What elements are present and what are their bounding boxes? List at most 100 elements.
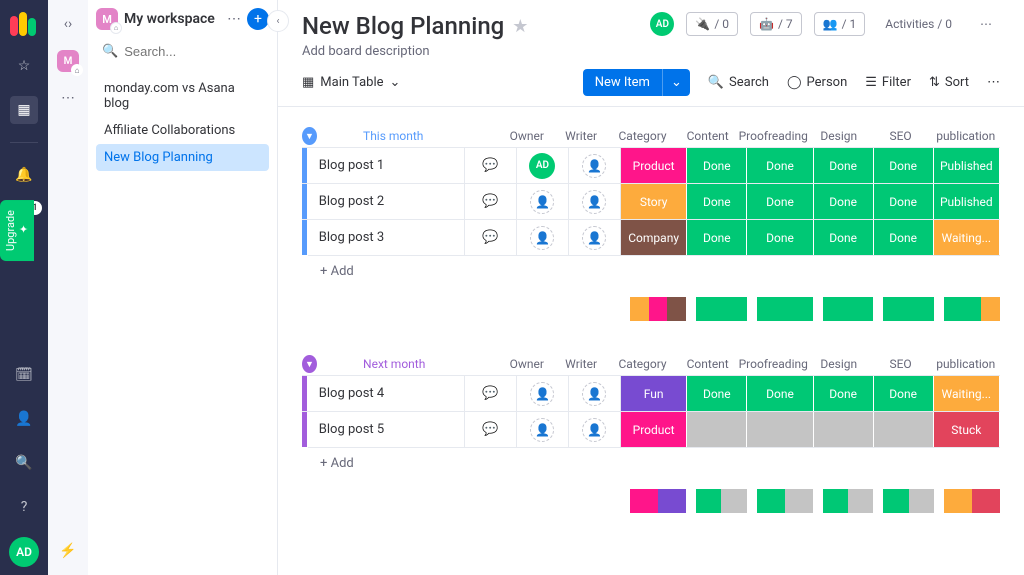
group-title[interactable]: Next month	[355, 353, 500, 375]
upgrade-button[interactable]: Upgrade	[0, 200, 34, 261]
status-cell[interactable]: Done	[747, 184, 812, 219]
column-header[interactable]: Proofreading	[739, 357, 808, 371]
writer-placeholder-icon[interactable]: 👤	[582, 418, 606, 442]
writer-placeholder-icon[interactable]: 👤	[582, 190, 606, 214]
group-collapse-icon[interactable]: ▼	[302, 355, 317, 373]
status-cell[interactable]: Done	[747, 220, 812, 255]
item-name[interactable]: Blog post 3	[307, 220, 465, 255]
status-cell[interactable]: Done	[814, 376, 873, 411]
table-row[interactable]: Blog post 2 💬 👤 👤 StoryDoneDoneDoneDoneP…	[302, 183, 1000, 219]
add-item-button[interactable]: + Add	[308, 447, 1000, 479]
grid-icon[interactable]: ▦	[10, 96, 38, 124]
sidebar-item-board[interactable]: Affiliate Collaborations	[96, 117, 269, 144]
view-selector[interactable]: ▦Main Table⌄	[302, 75, 400, 90]
conversation-icon[interactable]: 💬	[465, 220, 517, 255]
sidebar-item-board[interactable]: New Blog Planning	[96, 144, 269, 171]
board-title[interactable]: New Blog Planning	[302, 12, 504, 40]
writer-placeholder-icon[interactable]: 👤	[582, 154, 606, 178]
status-cell[interactable]: Done	[687, 220, 746, 255]
status-cell[interactable]: Done	[687, 184, 746, 219]
status-cell[interactable]: Product	[621, 148, 686, 183]
bell-icon[interactable]: 🔔	[10, 161, 38, 189]
column-header[interactable]: Writer	[554, 129, 608, 143]
integrations-chip[interactable]: 🤖/ 7	[750, 12, 802, 36]
conversation-icon[interactable]: 💬	[465, 148, 517, 183]
user-avatar[interactable]: AD	[9, 537, 39, 567]
person-filter-button[interactable]: ◯Person	[787, 75, 847, 90]
favorite-star-icon[interactable]: ★	[512, 16, 528, 37]
owner-placeholder-icon[interactable]: 👤	[530, 190, 554, 214]
activities-link[interactable]: Activities / 0	[877, 13, 960, 35]
item-name[interactable]: Blog post 5	[307, 412, 465, 447]
table-row[interactable]: Blog post 1 💬 AD 👤 ProductDoneDoneDoneDo…	[302, 147, 1000, 183]
status-cell[interactable]: Published	[934, 184, 999, 219]
status-cell[interactable]: Done	[814, 184, 873, 219]
status-cell[interactable]: Published	[934, 148, 999, 183]
calendar-icon[interactable]: 🗓	[10, 361, 38, 389]
toolbar-more-icon[interactable]: ⋯	[987, 75, 1000, 90]
sort-button[interactable]: ⇅Sort	[929, 75, 969, 90]
status-cell[interactable]: Done	[747, 148, 812, 183]
workspace-menu-icon[interactable]: ⋯	[227, 11, 241, 27]
group-title[interactable]: This month	[355, 125, 500, 147]
search-button[interactable]: 🔍Search	[708, 75, 769, 90]
owner-avatar[interactable]: AD	[529, 153, 555, 179]
column-header[interactable]: SEO	[870, 129, 932, 143]
item-name[interactable]: Blog post 2	[307, 184, 465, 219]
star-icon[interactable]: ☆	[10, 52, 38, 80]
more-icon[interactable]: ⋯	[56, 86, 80, 110]
column-header[interactable]: Proofreading	[739, 129, 808, 143]
status-cell[interactable]: Stuck	[934, 412, 999, 447]
status-cell[interactable]: Done	[747, 376, 812, 411]
help-icon[interactable]: ?	[10, 493, 38, 521]
workspace-name[interactable]: My workspace	[124, 11, 221, 27]
status-cell[interactable]: Story	[621, 184, 686, 219]
add-board-button[interactable]: +	[247, 8, 269, 30]
workspace-avatar[interactable]: M⌂	[57, 50, 79, 72]
status-cell[interactable]: Waiting...	[934, 376, 999, 411]
column-header[interactable]: Owner	[500, 129, 554, 143]
column-header[interactable]: Writer	[554, 357, 608, 371]
group-collapse-icon[interactable]: ▼	[302, 127, 317, 145]
status-cell[interactable]: Company	[621, 220, 686, 255]
status-cell[interactable]: Waiting...	[934, 220, 999, 255]
status-cell[interactable]: Done	[874, 148, 933, 183]
status-cell[interactable]: Fun	[621, 376, 686, 411]
column-header[interactable]: Category	[608, 357, 677, 371]
column-header[interactable]: publication	[931, 357, 1000, 371]
search-icon[interactable]: 🔍	[10, 449, 38, 477]
person-add-icon[interactable]: 👤	[10, 405, 38, 433]
collapse-sidebar-button[interactable]: ‹	[267, 10, 289, 32]
conversations-chip[interactable]: 🔌/ 0	[686, 12, 738, 36]
status-cell[interactable]	[874, 412, 933, 447]
writer-placeholder-icon[interactable]: 👤	[582, 382, 606, 406]
conversation-icon[interactable]: 💬	[465, 376, 517, 411]
filter-button[interactable]: ☰Filter	[865, 75, 911, 90]
board-description[interactable]: Add board description	[302, 44, 528, 59]
conversation-icon[interactable]: 💬	[465, 184, 517, 219]
bolt-icon[interactable]: ⚡	[56, 539, 80, 563]
column-header[interactable]: Category	[608, 129, 677, 143]
owner-placeholder-icon[interactable]: 👤	[530, 418, 554, 442]
search-input[interactable]	[124, 44, 300, 59]
code-icon[interactable]: ‹›	[56, 12, 80, 36]
new-item-button[interactable]: New Item⌄	[583, 69, 690, 96]
status-cell[interactable]: Done	[687, 148, 746, 183]
table-row[interactable]: Blog post 4 💬 👤 👤 FunDoneDoneDoneDoneWai…	[302, 375, 1000, 411]
board-owner-avatar[interactable]: AD	[650, 12, 674, 36]
status-cell[interactable]: Done	[814, 148, 873, 183]
owner-placeholder-icon[interactable]: 👤	[530, 382, 554, 406]
table-row[interactable]: Blog post 3 💬 👤 👤 CompanyDoneDoneDoneDon…	[302, 219, 1000, 255]
writer-placeholder-icon[interactable]: 👤	[582, 226, 606, 250]
status-cell[interactable]: Done	[874, 220, 933, 255]
status-cell[interactable]: Product	[621, 412, 686, 447]
status-cell[interactable]	[814, 412, 873, 447]
status-cell[interactable]	[687, 412, 746, 447]
column-header[interactable]: Content	[677, 357, 739, 371]
table-row[interactable]: Blog post 5 💬 👤 👤 ProductStuck	[302, 411, 1000, 447]
sidebar-item-board[interactable]: monday.com vs Asana blog	[96, 75, 269, 117]
members-chip[interactable]: 👥/ 1	[814, 12, 866, 36]
item-name[interactable]: Blog post 1	[307, 148, 465, 183]
column-header[interactable]: Owner	[500, 357, 554, 371]
monday-logo[interactable]	[10, 8, 38, 36]
